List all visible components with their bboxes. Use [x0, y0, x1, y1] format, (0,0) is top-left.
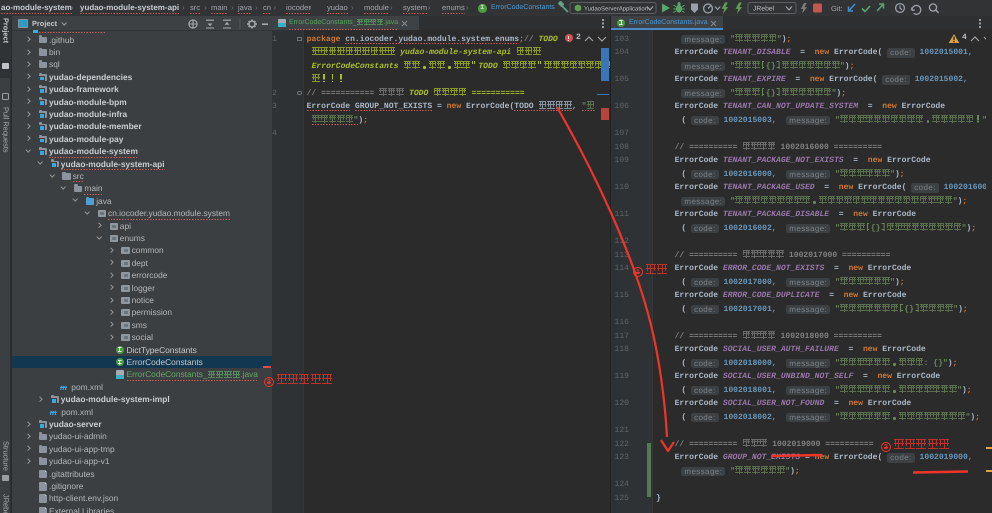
svg-text:Git:: Git:: [831, 4, 843, 13]
svg-text:YudaoServerApplication: YudaoServerApplication: [584, 5, 648, 12]
svg-text:JRebel: JRebel: [753, 6, 775, 13]
